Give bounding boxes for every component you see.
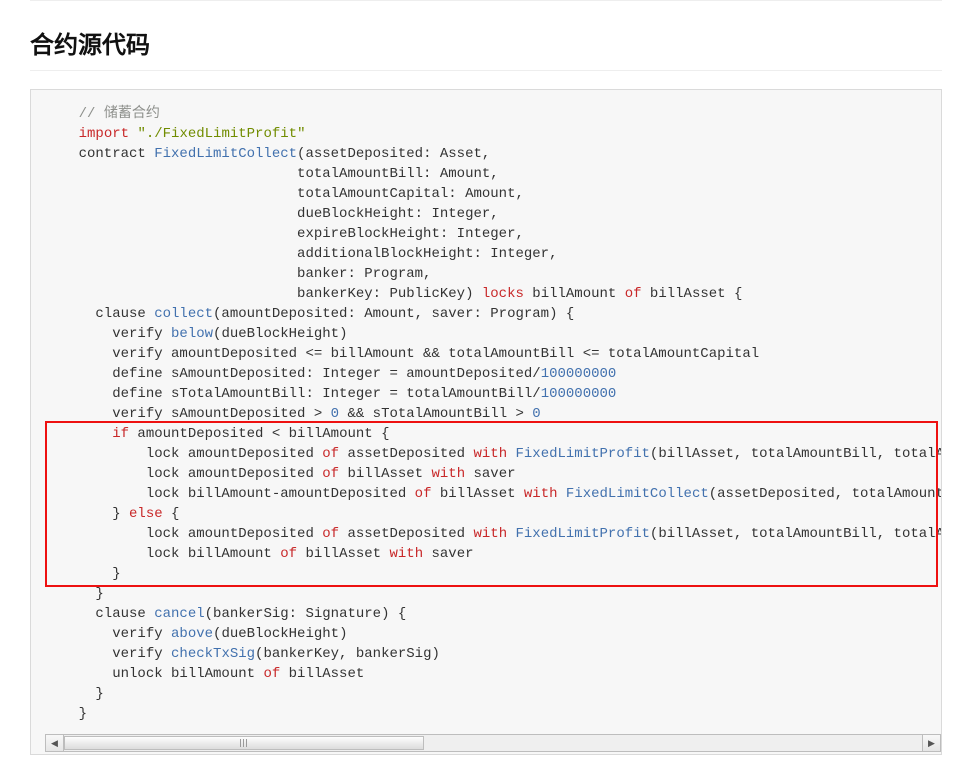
scrollbar-track[interactable] — [64, 735, 922, 751]
horizontal-scrollbar[interactable]: ◀ ▶ — [45, 734, 941, 752]
code-block: // 储蓄合约 import "./FixedLimitProfit" cont… — [30, 89, 942, 755]
scroll-right-arrow-icon[interactable]: ▶ — [922, 735, 940, 751]
source-code: // 储蓄合约 import "./FixedLimitProfit" cont… — [45, 104, 941, 724]
scrollbar-grip-icon — [240, 739, 248, 747]
scrollbar-thumb[interactable] — [64, 736, 424, 750]
scroll-left-arrow-icon[interactable]: ◀ — [46, 735, 64, 751]
code-viewport[interactable]: // 储蓄合约 import "./FixedLimitProfit" cont… — [45, 104, 941, 724]
section-title: 合约源代码 — [30, 25, 942, 71]
